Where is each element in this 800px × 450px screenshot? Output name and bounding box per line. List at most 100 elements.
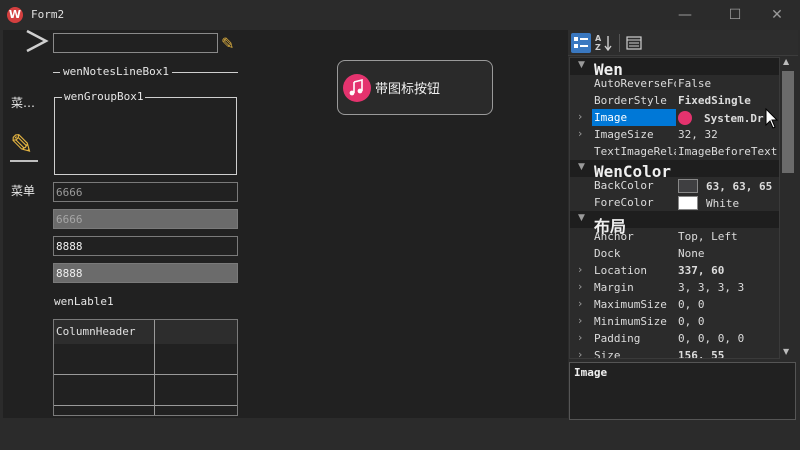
- property-name: Image: [592, 109, 676, 126]
- close-button[interactable]: ✕: [754, 0, 800, 30]
- property-row[interactable]: Anchor Top, Left: [570, 228, 779, 245]
- menu-item-2[interactable]: 菜单: [11, 182, 35, 199]
- property-value[interactable]: System.Dr: [678, 111, 764, 125]
- pencil-icon[interactable]: ✎: [221, 34, 234, 53]
- property-value[interactable]: Top, Left: [678, 230, 738, 243]
- property-row[interactable]: ForeColor White: [570, 194, 779, 211]
- property-row[interactable]: TextImageRela ImageBeforeText: [570, 143, 779, 160]
- property-row[interactable]: › ImageSize 32, 32: [570, 126, 779, 143]
- expand-arrow-icon[interactable]: ›: [578, 331, 582, 344]
- maximize-button[interactable]: ☐: [712, 0, 758, 30]
- grid-column-header[interactable]: ColumnHeader: [56, 325, 135, 338]
- property-name: ImageSize: [594, 128, 654, 141]
- data-grid[interactable]: ColumnHeader: [53, 319, 238, 416]
- pencil-underline: [10, 160, 38, 162]
- notes-line-label: wenNotesLineBox1: [60, 65, 172, 78]
- property-value[interactable]: 63, 63, 65: [678, 179, 772, 193]
- property-pages-icon[interactable]: [624, 33, 644, 53]
- menu-item-1[interactable]: 菜…: [11, 94, 35, 111]
- property-value[interactable]: 0, 0: [678, 315, 705, 328]
- property-value[interactable]: 32, 32: [678, 128, 718, 141]
- property-value-text: White: [706, 196, 740, 210]
- categorized-icon[interactable]: [571, 33, 591, 53]
- property-row[interactable]: Dock None: [570, 245, 779, 262]
- property-value[interactable]: 156, 55: [678, 349, 724, 358]
- property-scrollbar[interactable]: ▲ ▼: [780, 57, 796, 359]
- property-row[interactable]: › Padding 0, 0, 0, 0: [570, 330, 779, 347]
- property-name: Size: [594, 349, 621, 359]
- text-field-2[interactable]: 6666: [53, 209, 238, 229]
- expand-arrow-icon[interactable]: ›: [578, 280, 582, 293]
- toolbar-separator: [619, 34, 620, 52]
- property-row[interactable]: › Size 156, 55: [570, 347, 779, 359]
- scroll-up-icon[interactable]: ▲: [783, 57, 789, 66]
- scroll-down-icon[interactable]: ▼: [783, 347, 789, 356]
- property-name: TextImageRela: [594, 145, 676, 158]
- property-value[interactable]: FixedSingle: [678, 94, 751, 107]
- property-row[interactable]: › MaximumSize 0, 0: [570, 296, 779, 313]
- property-row[interactable]: BorderStyle FixedSingle: [570, 92, 779, 109]
- property-value[interactable]: None: [678, 247, 705, 260]
- property-category[interactable]: ▼ Wen: [570, 58, 779, 79]
- property-row[interactable]: BackColor 63, 63, 65: [570, 177, 779, 194]
- grid-row-divider-2: [54, 405, 237, 406]
- property-name: Padding: [594, 332, 641, 345]
- property-name: BackColor: [594, 179, 654, 192]
- chevron-right-icon[interactable]: [24, 29, 50, 53]
- property-category[interactable]: ▼ 布局: [570, 211, 779, 236]
- property-value-text: 63, 63, 65: [706, 179, 773, 193]
- text-field-1[interactable]: 6666: [53, 182, 238, 202]
- property-row[interactable]: › MinimumSize 0, 0: [570, 313, 779, 330]
- text-field-4[interactable]: 8888: [53, 263, 238, 283]
- property-row[interactable]: AutoReverseFo False: [570, 75, 779, 92]
- property-category[interactable]: ▼ WenColor: [570, 160, 779, 181]
- property-row[interactable]: › Image System.Dr: [570, 109, 779, 126]
- property-value[interactable]: 0, 0, 0, 0: [678, 332, 744, 345]
- property-grid-toolbar: A Z: [568, 30, 798, 56]
- property-value[interactable]: 337, 60: [678, 264, 724, 277]
- window-title: Form2: [31, 8, 65, 21]
- collapse-arrow-icon[interactable]: ▼: [578, 60, 585, 70]
- property-row[interactable]: › Margin 3, 3, 3, 3: [570, 279, 779, 296]
- property-row[interactable]: › Location 337, 60: [570, 262, 779, 279]
- title-bar: W Form2 — ☐ ✕: [0, 0, 800, 30]
- group-box-label: wenGroupBox1: [62, 90, 146, 103]
- description-title: Image: [574, 366, 608, 379]
- property-name: Margin: [594, 281, 634, 294]
- pencil-large-icon[interactable]: ✎: [10, 128, 33, 161]
- expand-arrow-icon[interactable]: ›: [578, 314, 582, 327]
- image-swatch-icon: [678, 111, 692, 125]
- expand-arrow-icon[interactable]: ›: [578, 348, 582, 358]
- property-name: Anchor: [594, 230, 634, 243]
- property-list[interactable]: ▼ Wen AutoReverseFo False BorderStyle FixedSi…: [569, 57, 780, 359]
- property-name: BorderStyle: [594, 94, 667, 107]
- property-name: Dock: [594, 247, 621, 260]
- color-swatch: [678, 179, 698, 193]
- expand-arrow-icon[interactable]: ›: [578, 263, 582, 276]
- property-value[interactable]: 3, 3, 3, 3: [678, 281, 744, 294]
- property-value-text: System.Dr: [704, 111, 764, 125]
- property-value[interactable]: White: [678, 196, 739, 210]
- collapse-arrow-icon[interactable]: ▼: [578, 162, 585, 172]
- collapse-arrow-icon[interactable]: ▼: [578, 213, 585, 223]
- sort-alpha-icon[interactable]: A Z: [594, 33, 614, 53]
- text-field-3[interactable]: 8888: [53, 236, 238, 256]
- mouse-cursor-icon: [765, 108, 779, 129]
- expand-arrow-icon[interactable]: ›: [578, 110, 582, 123]
- notes-textbox[interactable]: [53, 33, 218, 53]
- property-description-pane: Image: [569, 362, 796, 420]
- property-name: MaximumSize: [594, 298, 667, 311]
- expand-arrow-icon[interactable]: ›: [578, 127, 582, 140]
- property-name: MinimumSize: [594, 315, 667, 328]
- wen-label: wenLable1: [54, 295, 114, 308]
- icon-button[interactable]: 带图标按钮: [337, 60, 493, 115]
- color-swatch: [678, 196, 698, 210]
- property-value[interactable]: ImageBeforeText: [678, 145, 777, 158]
- scroll-thumb[interactable]: [782, 71, 794, 173]
- property-value[interactable]: 0, 0: [678, 298, 705, 311]
- music-note-icon: [343, 74, 371, 102]
- icon-button-label: 带图标按钮: [375, 82, 441, 97]
- property-value[interactable]: False: [678, 77, 711, 90]
- expand-arrow-icon[interactable]: ›: [578, 297, 582, 310]
- minimize-button[interactable]: —: [662, 0, 708, 30]
